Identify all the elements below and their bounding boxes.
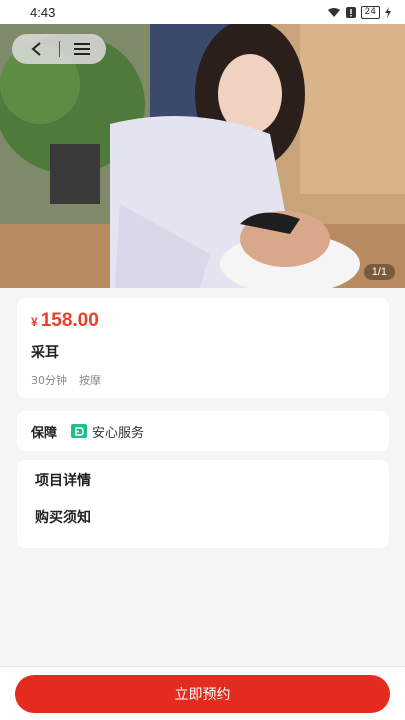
project-details-link[interactable]: 项目详情	[35, 470, 371, 507]
back-arrow-icon	[30, 41, 44, 57]
currency-symbol: ¥	[31, 315, 38, 329]
battery-icon: 24	[360, 5, 380, 19]
menu-icon	[73, 42, 90, 56]
charging-icon	[385, 3, 391, 22]
image-counter: 1/1	[363, 264, 395, 280]
status-bar: 4:43 24	[0, 0, 405, 24]
service-image-gallery[interactable]: 1/1	[0, 24, 405, 288]
price: ¥ 158.00	[31, 310, 375, 332]
info-card: 项目详情 购买须知	[17, 460, 389, 548]
price-amount: 158.00	[40, 310, 99, 331]
service-category: 按摩	[79, 374, 101, 387]
nav-pill	[12, 34, 106, 64]
status-icons: 24	[327, 3, 391, 22]
back-button[interactable]	[22, 36, 52, 62]
service-meta: 30分钟 按摩	[31, 372, 375, 388]
wifi-icon	[327, 3, 341, 22]
nav-divider	[58, 41, 60, 57]
bottom-action-bar: 立即预约	[0, 666, 405, 720]
price-card: ¥ 158.00 采耳 30分钟 按摩	[17, 298, 389, 398]
menu-button[interactable]	[67, 36, 97, 62]
service-duration: 30分钟	[31, 374, 67, 387]
status-time: 4:43	[30, 4, 56, 20]
guarantee-badge-text: 安心服务	[92, 425, 145, 441]
service-name: 采耳	[31, 345, 59, 361]
guarantee-card[interactable]: 保障 安心服务	[17, 411, 389, 451]
guarantee-label: 保障	[31, 425, 58, 441]
shield-check-icon	[71, 424, 88, 438]
book-now-button[interactable]: 立即预约	[15, 675, 390, 713]
purchase-notice-link[interactable]: 购买须知	[35, 507, 371, 544]
alert-icon	[345, 3, 356, 22]
